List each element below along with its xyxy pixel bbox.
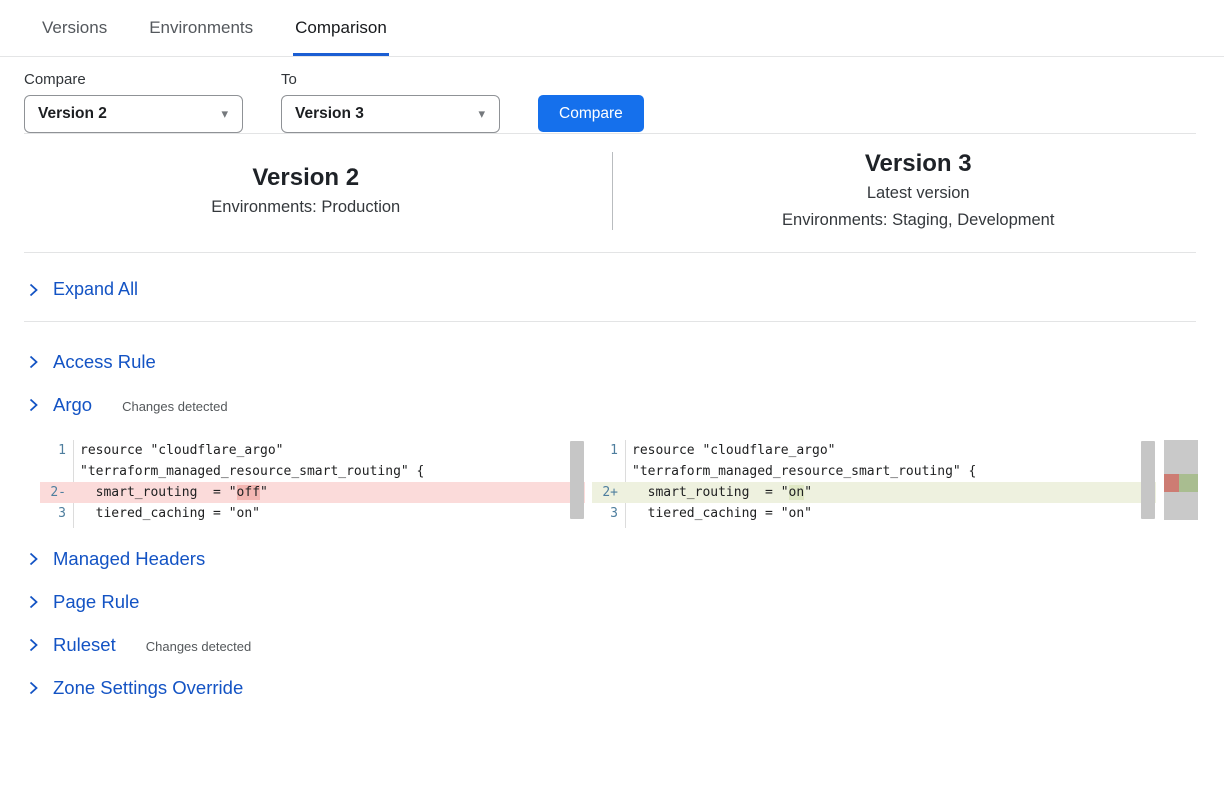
chevron-right-icon (28, 637, 39, 653)
code-text: smart_routing = "off" (74, 482, 268, 503)
version-right-environments: Environments: Staging, Development (613, 207, 1224, 234)
line-number: 1 (592, 440, 626, 461)
section-access-rule[interactable]: Access Rule (0, 348, 1224, 376)
diff-line: 3 tiered_caching = "on" (40, 503, 585, 524)
code-text: "terraform_managed_resource_smart_routin… (626, 461, 976, 482)
diff-right-panel: 1resource "cloudflare_argo" "terraform_m… (592, 440, 1156, 528)
compare-to-select[interactable]: Version 3 ▾ (281, 95, 500, 133)
added-word-highlight: on (789, 485, 805, 500)
section-zone-settings-override[interactable]: Zone Settings Override (0, 674, 1224, 702)
section-page-rule[interactable]: Page Rule (0, 588, 1224, 616)
changes-detected-badge: Changes detected (146, 636, 252, 654)
scrollbar[interactable] (570, 441, 584, 519)
code-text: "terraform_managed_resource_smart_routin… (74, 461, 424, 482)
diff-minimap[interactable] (1164, 440, 1198, 520)
chevron-right-icon (28, 397, 39, 413)
chevron-right-icon (28, 354, 39, 370)
code-text: } (74, 524, 88, 528)
line-number: 2+ (592, 482, 626, 503)
tab-bar: Versions Environments Comparison (0, 0, 1224, 57)
code-text: smart_routing = "on" (626, 482, 812, 503)
code-text: } (626, 524, 640, 528)
section-label: Ruleset (53, 634, 116, 656)
minimap-added-marker (1179, 474, 1198, 492)
diff-line-wrap: "terraform_managed_resource_smart_routin… (40, 461, 585, 482)
section-ruleset[interactable]: Ruleset Changes detected (0, 631, 1224, 659)
section-argo[interactable]: Argo Changes detected (0, 391, 1224, 419)
section-label: Managed Headers (53, 548, 205, 570)
line-number (40, 461, 74, 482)
compare-to-label: To (281, 71, 500, 88)
diff-line-added: 2+ smart_routing = "on" (592, 482, 1156, 503)
diff-line: 1resource "cloudflare_argo" (592, 440, 1156, 461)
section-label: Page Rule (53, 591, 139, 613)
diff-line: 1resource "cloudflare_argo" (40, 440, 585, 461)
chevron-down-icon: ▾ (221, 106, 228, 122)
line-number: 3 (40, 503, 74, 524)
section-label: Zone Settings Override (53, 677, 243, 699)
code-text: tiered_caching = "on" (626, 503, 812, 524)
diff-line-removed: 2- smart_routing = "off" (40, 482, 585, 503)
diff-left-panel: 1resource "cloudflare_argo" "terraform_m… (40, 440, 585, 528)
section-label: Argo (53, 394, 92, 416)
line-number: 4 (40, 524, 74, 528)
chevron-right-icon (28, 680, 39, 696)
diff-line-clipped: 4} (40, 524, 585, 528)
code-text: resource "cloudflare_argo" (74, 440, 284, 461)
line-number: 1 (40, 440, 74, 461)
tab-environments[interactable]: Environments (147, 18, 255, 56)
code-text: tiered_caching = "on" (74, 503, 260, 524)
compare-to-field: To Version 3 ▾ (281, 71, 500, 133)
diff-line-wrap: "terraform_managed_resource_smart_routin… (592, 461, 1156, 482)
version-left-title: Version 2 (0, 162, 612, 194)
minimap-removed-marker (1164, 474, 1179, 492)
section-managed-headers[interactable]: Managed Headers (0, 545, 1224, 573)
compare-to-value: Version 3 (295, 105, 364, 123)
version-right-latest: Latest version (613, 180, 1224, 207)
compare-controls: Compare Version 2 ▾ To Version 3 ▾ Compa… (0, 57, 1224, 133)
diff-line-clipped: 4} (592, 524, 1156, 528)
version-left-environments: Environments: Production (0, 194, 612, 221)
divider (24, 321, 1196, 322)
chevron-down-icon: ▾ (478, 106, 485, 122)
line-number: 3 (592, 503, 626, 524)
code-text: resource "cloudflare_argo" (626, 440, 836, 461)
diff-minimap-change-marker (1164, 474, 1198, 492)
tab-comparison[interactable]: Comparison (293, 18, 389, 56)
version-right-title: Version 3 (613, 148, 1224, 180)
version-headers: Version 2 Environments: Production Versi… (0, 134, 1224, 252)
line-number: 4 (592, 524, 626, 528)
version-right-header: Version 3 Latest version Environments: S… (613, 148, 1224, 234)
line-number (592, 461, 626, 482)
compare-from-select[interactable]: Version 2 ▾ (24, 95, 243, 133)
compare-from-field: Compare Version 2 ▾ (24, 71, 243, 133)
diff-line: 3 tiered_caching = "on" (592, 503, 1156, 524)
removed-word-highlight: off (237, 485, 260, 500)
tab-versions[interactable]: Versions (40, 18, 109, 56)
compare-from-value: Version 2 (38, 105, 107, 123)
chevron-right-icon (28, 594, 39, 610)
line-number: 2- (40, 482, 74, 503)
compare-from-label: Compare (24, 71, 243, 88)
expand-all-label: Expand All (53, 279, 138, 300)
version-left-header: Version 2 Environments: Production (0, 162, 612, 221)
section-label: Access Rule (53, 351, 156, 373)
expand-all-button[interactable]: Expand All (0, 253, 1224, 321)
scrollbar[interactable] (1141, 441, 1155, 519)
changes-detected-badge: Changes detected (122, 396, 228, 414)
argo-diff-viewer: 1resource "cloudflare_argo" "terraform_m… (40, 440, 1198, 528)
compare-button[interactable]: Compare (538, 95, 644, 132)
chevron-right-icon (28, 282, 39, 298)
chevron-right-icon (28, 551, 39, 567)
